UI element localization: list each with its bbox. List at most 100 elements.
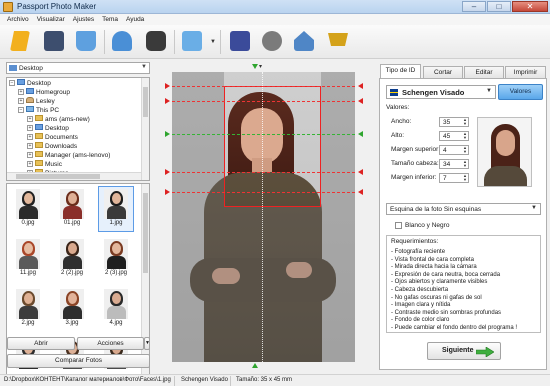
guide-marker-right[interactable] — [358, 131, 363, 137]
chevron-down-icon[interactable]: ▼ — [210, 39, 216, 45]
tab-content: Schengen Visado ▼ Valores Valores: Ancho… — [379, 78, 547, 370]
guide-marker-left[interactable] — [165, 83, 170, 89]
height-stepper[interactable]: 45 ▲ ▼ — [439, 131, 469, 141]
width-stepper[interactable]: 35 ▲ ▼ — [439, 117, 469, 127]
actions-button[interactable]: Acciones — [77, 337, 144, 350]
folder-select-value: Desktop — [19, 65, 43, 72]
compare-photos-button[interactable]: Comparar Fotos — [7, 354, 150, 368]
menu-tema[interactable]: Tema — [98, 14, 122, 25]
photo-canvas[interactable] — [172, 72, 355, 362]
eye-line-guide[interactable] — [172, 134, 355, 135]
tab-editar[interactable]: Editar — [464, 66, 504, 78]
sample-photo-preview — [477, 117, 532, 187]
tree-item[interactable]: + Downloads — [27, 142, 77, 151]
tree-item[interactable]: − Desktop — [9, 79, 51, 88]
guide-marker-right[interactable] — [358, 189, 363, 195]
tab-tipo-de-id[interactable]: Tipo de ID — [380, 64, 421, 79]
open-button[interactable]: Abrir — [7, 337, 75, 350]
tree-item-label: ams (ams-new) — [45, 116, 90, 123]
next-button[interactable]: Siguiente — [427, 342, 501, 360]
guide-marker-right[interactable] — [358, 83, 363, 89]
photo-thumbnail[interactable]: 1.jpg — [98, 186, 134, 232]
tree-item[interactable]: + Manager (ams-lenovo) — [27, 151, 110, 160]
guide-marker-left[interactable] — [165, 189, 170, 195]
tree-item[interactable]: + Lesley — [18, 97, 55, 106]
head-size-stepper[interactable]: 34 ▲ ▼ — [439, 159, 469, 169]
user-button[interactable] — [108, 28, 136, 55]
tree-item[interactable]: + Desktop — [27, 124, 69, 133]
folder-tree[interactable]: +Pictures+Music+Manager (ams-lenovo)+Dow… — [6, 77, 150, 181]
chin-guide[interactable] — [172, 172, 355, 173]
values-button[interactable]: Valores — [498, 84, 543, 100]
crop-frame[interactable] — [224, 86, 321, 207]
save-button[interactable] — [40, 28, 68, 55]
field-label: Alto: — [391, 132, 405, 139]
photo-thumbnail[interactable]: 11.jpg — [11, 237, 45, 281]
print-button[interactable] — [72, 28, 100, 55]
status-visa-type: Schengen Visado — [181, 377, 228, 383]
tree-item[interactable]: + Documents — [27, 133, 78, 142]
photo-thumbnail[interactable]: 3.jpg — [55, 287, 89, 331]
photo-thumbnail[interactable]: 2 (3).jpg — [99, 237, 133, 281]
black-white-checkbox[interactable] — [395, 222, 402, 229]
tree-item-label: This PC — [36, 107, 60, 114]
head-top-guide[interactable] — [172, 101, 355, 102]
bottom-margin-stepper[interactable]: 7 ▲ ▼ — [439, 173, 469, 183]
help-button[interactable] — [226, 28, 254, 55]
photo-thumbnail[interactable]: 01.jpg — [55, 187, 89, 231]
menu-archivo[interactable]: Archivo — [3, 14, 33, 25]
expand-toggle-icon[interactable]: − — [18, 107, 24, 113]
center-marker-top[interactable] — [252, 64, 258, 69]
bottom-margin-guide[interactable] — [172, 192, 355, 193]
photo-thumbnail[interactable]: 2.jpg — [11, 287, 45, 331]
id-type-select[interactable]: Schengen Visado ▼ — [386, 85, 496, 99]
crop-shade — [224, 207, 321, 362]
tab-imprimir[interactable]: Imprimir — [505, 66, 546, 78]
buy-button[interactable] — [324, 28, 352, 55]
expand-toggle-icon[interactable]: + — [27, 143, 33, 149]
photo-corner-select[interactable]: Esquina de la foto Sin esquinas ▼ — [386, 203, 541, 215]
thumbnail-label: 2 (2).jpg — [60, 270, 83, 276]
center-marker-bottom[interactable] — [252, 363, 258, 368]
camera-button[interactable] — [142, 28, 170, 55]
tree-item[interactable]: − This PC — [18, 106, 59, 115]
photo-thumbnail[interactable]: 4.jpg — [99, 287, 133, 331]
tree-item[interactable]: + ams (ams-new) — [27, 115, 90, 124]
guide-marker-right[interactable] — [358, 98, 363, 104]
expand-toggle-icon[interactable]: + — [27, 161, 33, 167]
tree-item[interactable]: + Homegroup — [18, 88, 70, 97]
photo-thumbnail[interactable]: 0.jpg — [11, 187, 45, 231]
chevron-down-icon[interactable]: ▼ — [144, 337, 150, 350]
menu-visualizar[interactable]: Visualizar — [33, 14, 69, 25]
expand-toggle-icon[interactable]: + — [18, 89, 24, 95]
menu-ayuda[interactable]: Ayuda — [122, 14, 148, 25]
status-photo-size: Tamaño: 35 x 45 mm — [236, 377, 293, 383]
expand-toggle-icon[interactable]: − — [9, 80, 15, 86]
expand-toggle-icon[interactable]: + — [27, 152, 33, 158]
maximize-button[interactable]: □ — [487, 1, 511, 12]
tree-scrollbar[interactable] — [141, 78, 149, 180]
minimize-button[interactable]: – — [462, 1, 486, 12]
tree-horizontal-scrollbar[interactable] — [7, 172, 141, 180]
top-margin-guide[interactable] — [172, 86, 355, 87]
tab-cortar[interactable]: Cortar — [423, 66, 463, 78]
chevron-down-icon[interactable]: ▼ — [141, 64, 147, 70]
guide-marker-right[interactable] — [358, 169, 363, 175]
guide-marker-left[interactable] — [165, 169, 170, 175]
expand-toggle-icon[interactable]: + — [27, 125, 33, 131]
video-tutorial-button[interactable] — [258, 28, 286, 55]
open-wizard-button[interactable] — [6, 28, 34, 55]
photo-editor-button[interactable] — [178, 28, 206, 55]
close-button[interactable]: ✕ — [512, 1, 548, 12]
menu-ajustes[interactable]: Ajustes — [69, 14, 98, 25]
expand-toggle-icon[interactable]: + — [27, 134, 33, 140]
website-button[interactable] — [290, 28, 318, 55]
guide-marker-left[interactable] — [165, 98, 170, 104]
guide-marker-left[interactable] — [165, 131, 170, 137]
tree-item[interactable]: + Music — [27, 160, 62, 169]
photo-thumbnail[interactable]: 2 (2).jpg — [55, 237, 89, 281]
folder-select[interactable]: Desktop ▼ — [6, 62, 150, 74]
expand-toggle-icon[interactable]: + — [27, 116, 33, 122]
top-margin-stepper[interactable]: 4 ▲ ▼ — [439, 145, 469, 155]
expand-toggle-icon[interactable]: + — [18, 98, 24, 104]
